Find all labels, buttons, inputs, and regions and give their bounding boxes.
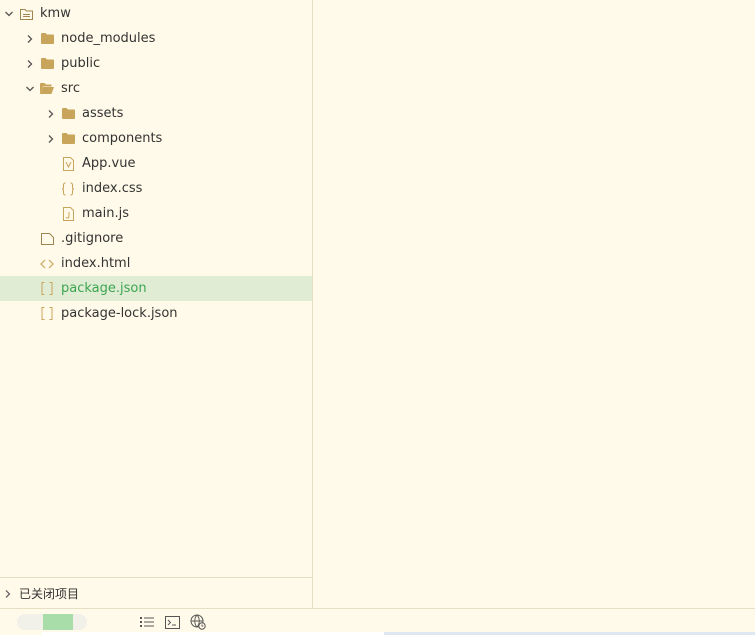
vue-file-icon [61,156,75,171]
tree-item-label: App.vue [82,156,136,171]
browser-preview-icon[interactable] [190,614,206,630]
tree-item-package-json[interactable]: package.json [0,276,312,301]
tree-item-kmw[interactable]: kmw [0,1,312,26]
chevron-down-icon[interactable] [3,8,15,20]
status-progress-pill [17,614,87,630]
tree-item-index-html[interactable]: index.html [0,251,312,276]
tree-item-index-css[interactable]: index.css [0,176,312,201]
tree-item-label: node_modules [61,31,156,46]
progress-fill [43,614,73,630]
folder-icon [61,107,75,121]
tree-item-main-js[interactable]: main.js [0,201,312,226]
chevron-down-icon[interactable] [24,83,36,95]
js-file-icon [61,206,75,221]
json-file-icon [40,307,54,321]
chevron-right-icon[interactable] [24,58,36,70]
chevron-right-icon[interactable] [45,133,57,145]
tree-item-gitignore[interactable]: .gitignore [0,226,312,251]
tree-item-label: assets [82,106,124,121]
html-file-icon [40,257,54,271]
chevron-right-icon [2,588,14,600]
tree-item-src[interactable]: src [0,76,312,101]
closed-projects-section[interactable]: 已关闭项目 [0,577,312,609]
folder-icon [40,57,54,71]
tree-item-label: package-lock.json [61,306,178,321]
chevron-right-icon[interactable] [24,33,36,45]
terminal-icon[interactable] [164,614,180,630]
tree-item-public[interactable]: public [0,51,312,76]
tree-item-package-lock-json[interactable]: package-lock.json [0,301,312,326]
status-bar [0,608,755,635]
tree-item-label: kmw [40,6,71,21]
list-icon[interactable] [139,614,155,630]
tree-item-node-modules[interactable]: node_modules [0,26,312,51]
tree-item-label: index.html [61,256,131,271]
editor-area [313,0,755,608]
app-window: kmw node_modulespublic src assets components… [0,0,755,635]
project-folder-icon [19,7,33,21]
tree-item-assets[interactable]: assets [0,101,312,126]
tree-item-label: package.json [61,281,147,296]
tree-item-label: index.css [82,181,143,196]
closed-projects-label: 已关闭项目 [19,587,80,601]
tree-item-label: src [61,81,80,96]
tree-item-label: public [61,56,101,71]
folder-icon [61,132,75,146]
tree-item-app-vue[interactable]: App.vue [0,151,312,176]
chevron-right-icon[interactable] [45,108,57,120]
folder-icon [40,32,54,46]
tree-item-components[interactable]: components [0,126,312,151]
folder-open-icon [40,82,54,96]
generic-file-icon [40,232,54,246]
tree-item-label: .gitignore [61,231,124,246]
tree-item-label: components [82,131,163,146]
project-explorer: kmw node_modulespublic src assets components… [0,0,313,608]
css-file-icon [61,182,75,196]
json-file-icon [40,282,54,296]
tree-item-label: main.js [82,206,129,221]
